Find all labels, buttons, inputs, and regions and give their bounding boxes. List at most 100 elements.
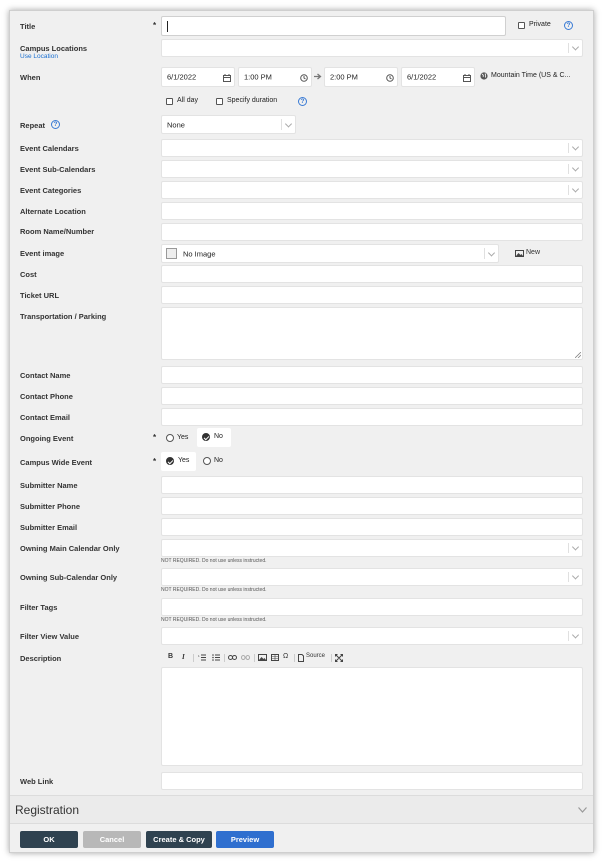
arrow-right-icon [314, 73, 322, 80]
title-required-marker: * [153, 21, 157, 30]
special-character-icon[interactable]: Ω [283, 653, 288, 660]
contact-phone-input[interactable] [161, 387, 583, 405]
ongoing-no-label: No [214, 433, 223, 440]
start-time-input[interactable]: 1:00 PM [238, 67, 312, 87]
specify-duration-checkbox[interactable] [216, 98, 223, 105]
ongoing-no-option[interactable]: No [197, 428, 231, 447]
owning-sub-label: Owning Sub-Calendar Only [20, 573, 118, 582]
alternate-location-input[interactable] [161, 202, 583, 220]
campus-wide-yes-option[interactable]: Yes [161, 452, 196, 471]
source-button[interactable]: Source [306, 653, 325, 659]
owning-main-select[interactable] [161, 539, 583, 557]
chevron-down-icon [568, 543, 582, 553]
clock-icon[interactable] [300, 74, 308, 82]
chevron-down-icon [568, 143, 582, 153]
chevron-down-icon [568, 164, 582, 174]
cost-label: Cost [20, 270, 37, 279]
campus-wide-required-marker: * [153, 457, 157, 466]
calendar-icon[interactable] [223, 74, 231, 82]
end-time-value: 2:00 PM [330, 72, 358, 82]
clock-icon[interactable] [386, 74, 394, 82]
end-date-input[interactable]: 6/1/2022 [401, 67, 475, 87]
help-icon[interactable]: ? [51, 120, 60, 129]
description-label: Description [20, 654, 62, 663]
event-image-select[interactable]: No Image [161, 244, 499, 263]
web-link-label: Web Link [20, 777, 54, 786]
start-date-input[interactable]: 6/1/2022 [161, 67, 235, 87]
cancel-button[interactable]: Cancel [83, 831, 141, 848]
campus-wide-label: Campus Wide Event [20, 458, 93, 467]
ongoing-no-radio[interactable] [202, 433, 210, 441]
title-label: Title [20, 22, 36, 31]
bullet-list-icon[interactable] [212, 654, 220, 661]
filter-view-select[interactable] [161, 627, 583, 645]
submitter-name-input[interactable] [161, 476, 583, 494]
owning-sub-note: NOT REQUIRED. Do not use unless instruct… [161, 587, 267, 593]
filter-tags-label: Filter Tags [20, 603, 58, 612]
preview-button[interactable]: Preview [216, 831, 274, 848]
contact-name-input[interactable] [161, 366, 583, 384]
ongoing-yes-label: Yes [177, 434, 189, 441]
submitter-email-input[interactable] [161, 518, 583, 536]
resize-handle-icon[interactable] [575, 352, 581, 358]
campus-wide-no-radio[interactable] [203, 457, 211, 465]
insert-image-icon[interactable] [258, 654, 267, 661]
calendar-icon[interactable] [463, 74, 471, 82]
image-icon[interactable] [515, 250, 524, 257]
room-input[interactable] [161, 223, 583, 241]
toolbar-separator [254, 654, 255, 662]
create-copy-button[interactable]: Create & Copy [146, 831, 212, 848]
event-sub-calendars-label: Event Sub-Calendars [20, 165, 96, 174]
event-sub-calendars-select[interactable] [161, 160, 583, 178]
ok-button[interactable]: OK [20, 831, 78, 848]
all-day-checkbox[interactable] [166, 98, 173, 105]
start-time-value: 1:00 PM [244, 72, 272, 82]
italic-button[interactable]: I [182, 653, 185, 661]
filter-view-label: Filter View Value [20, 632, 80, 641]
transportation-textarea[interactable] [161, 307, 583, 360]
chevron-down-icon [484, 248, 498, 259]
registration-section-header[interactable]: Registration [10, 795, 593, 824]
web-link-input[interactable] [161, 772, 583, 790]
end-date-value: 6/1/2022 [407, 72, 437, 82]
contact-email-input[interactable] [161, 408, 583, 426]
filter-tags-input[interactable] [161, 598, 583, 616]
help-icon[interactable]: ? [298, 97, 307, 106]
private-label: Private [529, 21, 551, 28]
submitter-phone-input[interactable] [161, 497, 583, 515]
repeat-select[interactable]: None [161, 115, 296, 134]
description-editor[interactable] [161, 667, 583, 766]
title-input[interactable] [161, 16, 506, 36]
ongoing-required-marker: * [153, 433, 157, 442]
help-icon[interactable]: ? [564, 21, 573, 30]
registration-title: Registration [15, 803, 80, 817]
end-time-input[interactable]: 2:00 PM [324, 67, 398, 87]
globe-icon[interactable] [480, 72, 488, 80]
image-thumbnail [166, 248, 177, 259]
toolbar-separator [294, 654, 295, 662]
campus-locations-select[interactable] [161, 39, 583, 57]
event-calendars-select[interactable] [161, 139, 583, 157]
ticket-url-input[interactable] [161, 286, 583, 304]
ongoing-yes-radio[interactable] [166, 434, 174, 442]
campus-wide-no-label: No [214, 457, 223, 464]
bold-button[interactable]: B [168, 653, 173, 660]
cost-input[interactable] [161, 265, 583, 283]
toolbar-separator [224, 654, 225, 662]
private-checkbox[interactable] [518, 22, 525, 29]
owning-sub-select[interactable] [161, 568, 583, 586]
use-location-link[interactable]: Use Location [20, 53, 58, 60]
table-icon[interactable] [271, 654, 279, 661]
campus-wide-yes-radio[interactable] [166, 457, 174, 465]
maximize-icon[interactable] [335, 654, 343, 662]
numbered-list-icon[interactable]: 1 [198, 654, 206, 661]
unlink-icon[interactable] [241, 655, 250, 660]
new-image-button[interactable]: New [526, 249, 540, 256]
campus-locations-label: Campus Locations [20, 44, 88, 53]
link-icon[interactable] [228, 655, 237, 660]
source-icon[interactable] [298, 654, 304, 662]
room-label: Room Name/Number [20, 227, 95, 236]
repeat-value: None [167, 120, 185, 129]
timezone-value[interactable]: Mountain Time (US & C... [491, 72, 570, 79]
event-categories-select[interactable] [161, 181, 583, 199]
